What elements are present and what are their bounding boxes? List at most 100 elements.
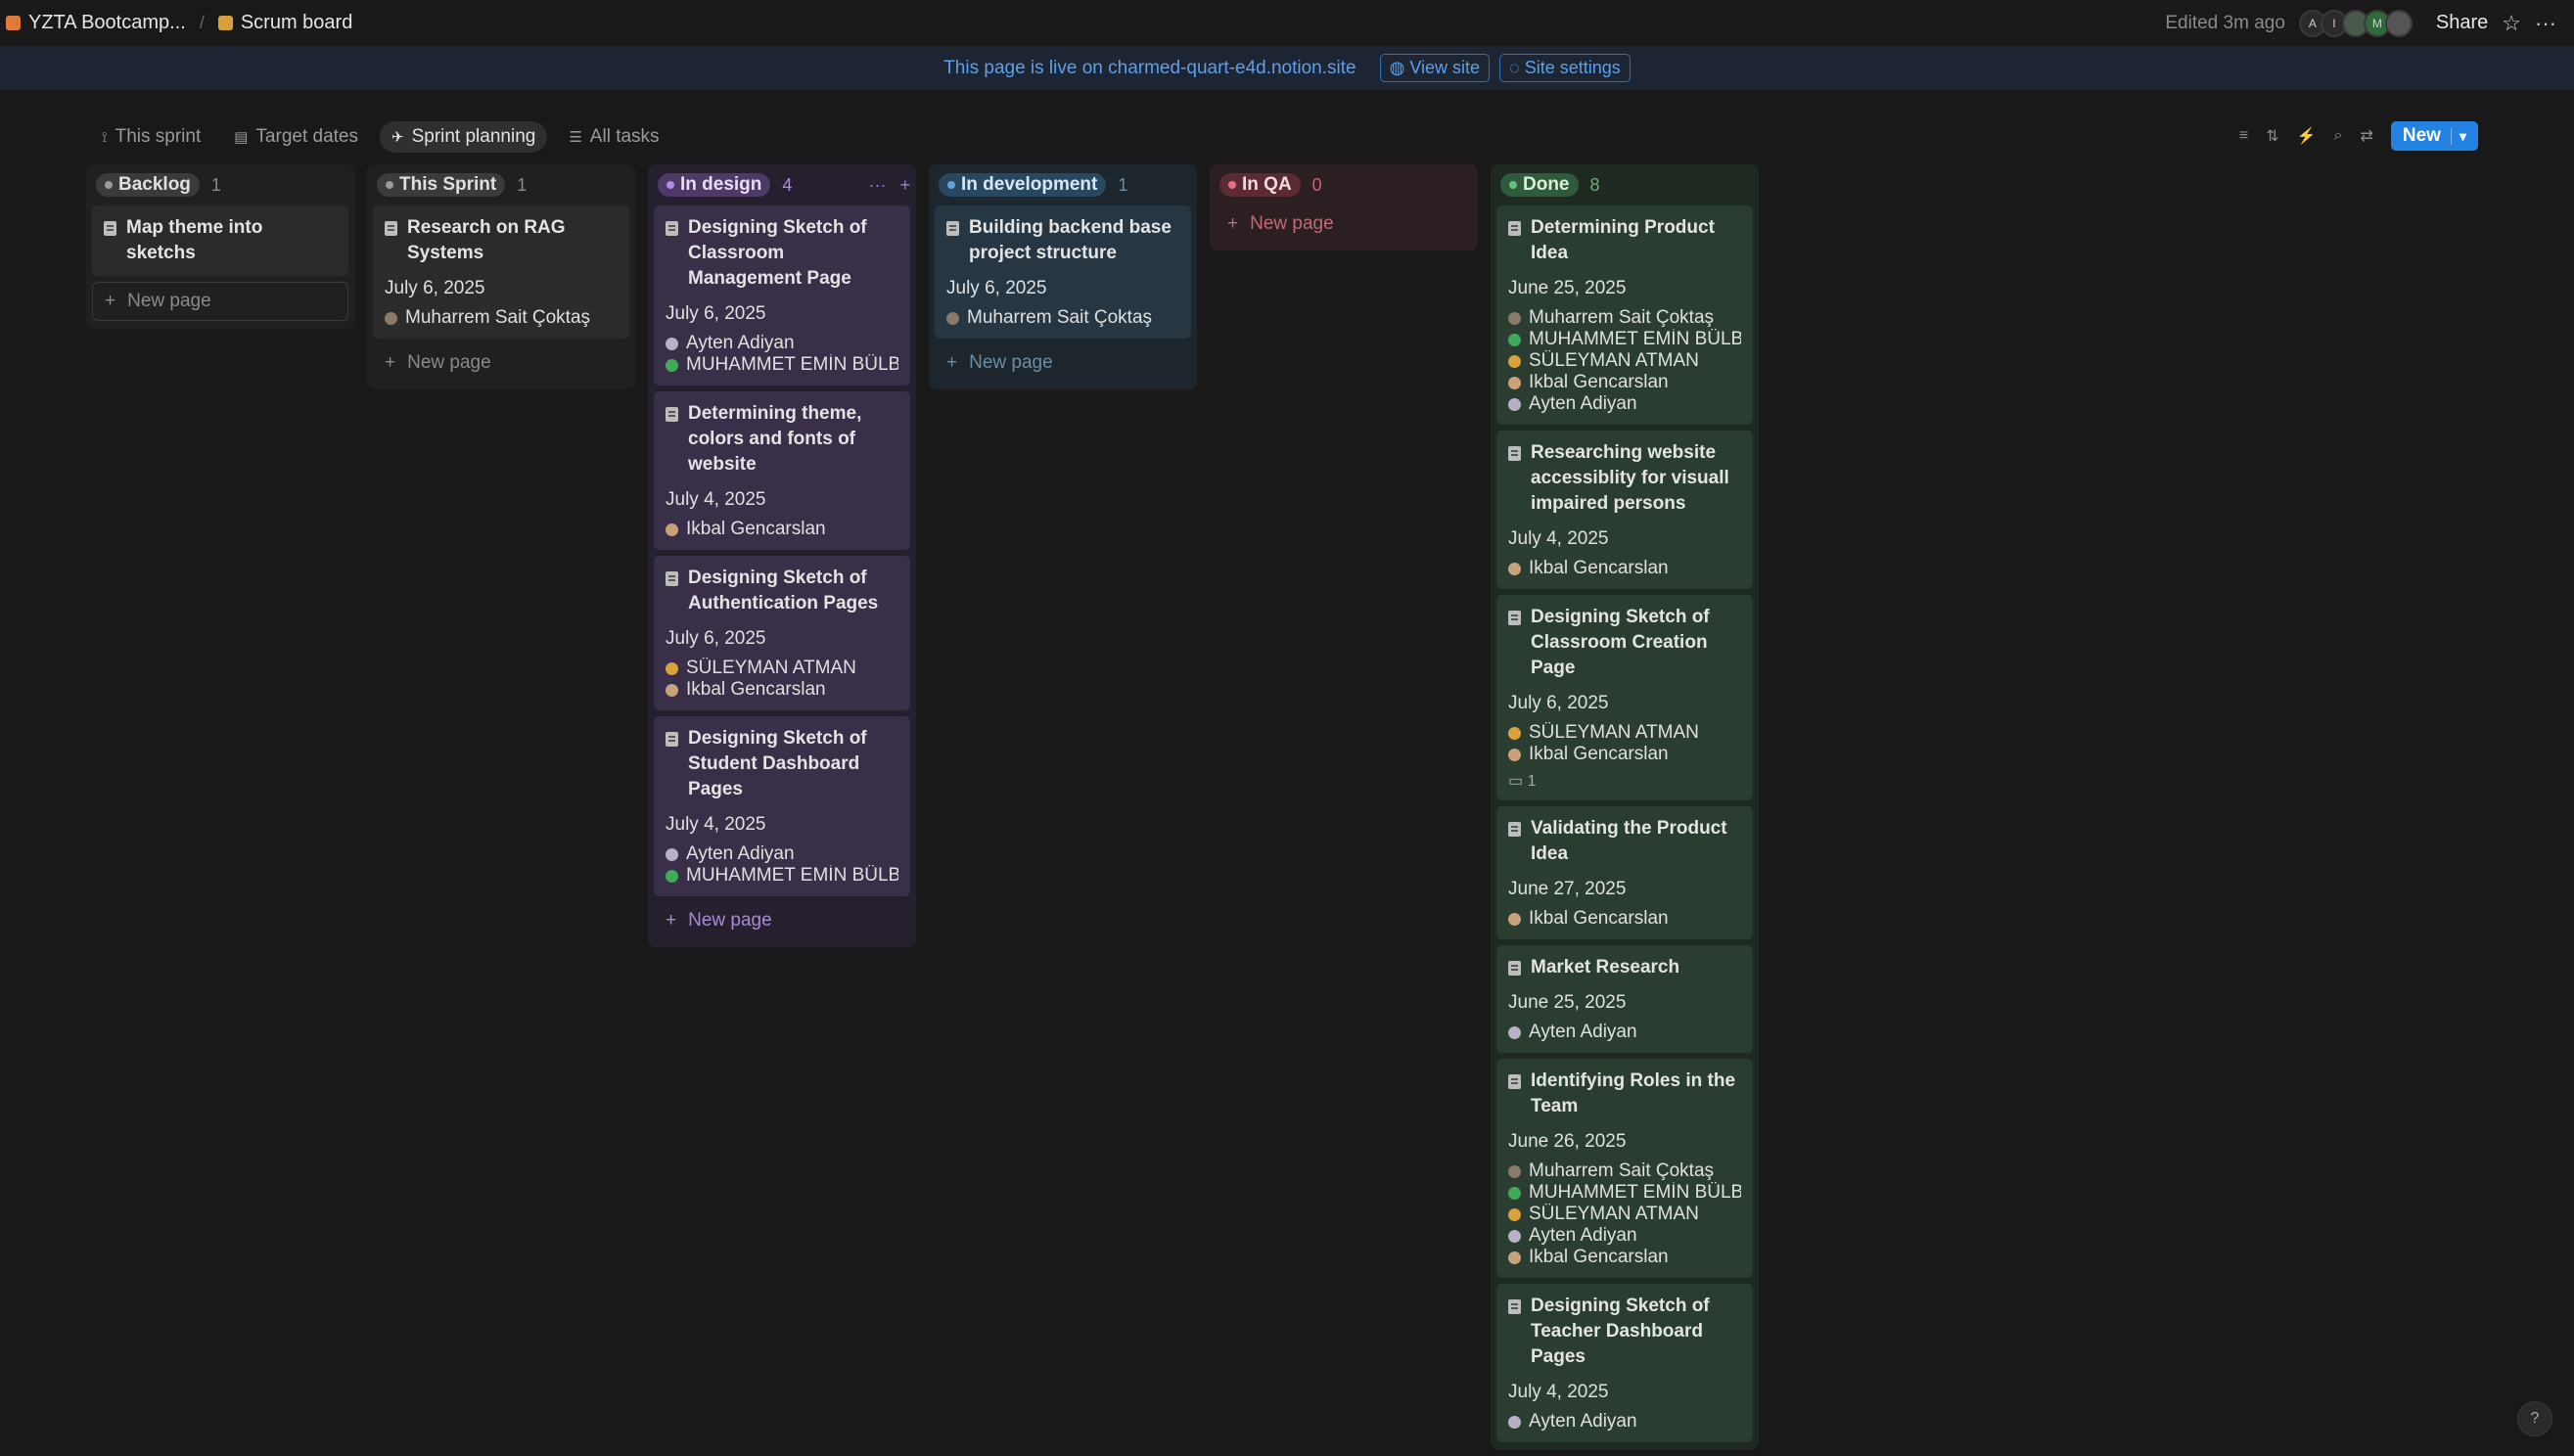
card-title-text: Researching website accessiblity for vis… — [1531, 442, 1729, 514]
column-count: 1 — [1118, 174, 1128, 195]
board-card[interactable]: Determining Product Idea June 25, 2025 M… — [1496, 205, 1753, 425]
help-button[interactable]: ? — [2517, 1401, 2552, 1436]
column-header: Backlog 1 — [92, 170, 348, 200]
new-button[interactable]: New ▾ — [2390, 121, 2478, 151]
board-card[interactable]: Designing Sketch of Student Dashboard Pa… — [654, 716, 910, 896]
assignee: Muharrem Sait Çoktaş — [385, 307, 618, 329]
view-settings-icon[interactable]: ⇄ — [2360, 126, 2372, 146]
card-title-text: Designing Sketch of Student Dashboard Pa… — [688, 728, 867, 799]
assignees: Muharrem Sait Çoktaş MUHAMMET EMİN BÜLBÜ… — [1508, 1160, 1741, 1268]
board-card[interactable]: Designing Sketch of Teacher Dashboard Pa… — [1496, 1284, 1753, 1442]
avatar[interactable] — [2384, 9, 2413, 37]
assignee: Ayten Adiyan — [1508, 393, 1741, 415]
card-title: Validating the Product Idea — [1508, 816, 1741, 867]
board-card[interactable]: Validating the Product Idea June 27, 202… — [1496, 806, 1753, 939]
star-icon[interactable]: ☆ — [2502, 11, 2521, 36]
board-card[interactable]: Market Research June 25, 2025 Ayten Adiy… — [1496, 945, 1753, 1053]
assignee: Ayten Adiyan — [666, 843, 898, 865]
card-title-text: Designing Sketch of Classroom Management… — [688, 217, 867, 289]
column-in-qa: In QA 0 + New page — [1210, 164, 1478, 250]
filter-icon[interactable]: ≡ — [2239, 127, 2248, 145]
status-badge[interactable]: In QA — [1219, 173, 1301, 197]
tab-target-dates[interactable]: ▤ Target dates — [222, 121, 370, 153]
card-date: July 6, 2025 — [385, 278, 485, 298]
card-date: July 4, 2025 — [666, 814, 766, 835]
new-page-button[interactable]: + New page — [373, 344, 629, 382]
assignee-name: Ikbal Gencarslan — [1529, 372, 1669, 392]
plus-icon: + — [385, 352, 396, 373]
board-card[interactable]: Designing Sketch of Classroom Creation P… — [1496, 595, 1753, 800]
more-options-icon[interactable]: ··· — [869, 175, 887, 196]
card-title: Designing Sketch of Student Dashboard Pa… — [666, 726, 898, 802]
board-card[interactable]: Identifying Roles in the Team June 26, 2… — [1496, 1059, 1753, 1278]
board-card[interactable]: Building backend base project structure … — [935, 205, 1191, 339]
site-settings-button[interactable]: ◌ Site settings — [1499, 54, 1631, 82]
card-date: July 4, 2025 — [1508, 1382, 1609, 1402]
breadcrumb-page[interactable]: Scrum board — [241, 12, 353, 34]
view-site-label: View site — [1409, 58, 1481, 77]
breadcrumb: YZTA Bootcamp... / Scrum board — [6, 12, 352, 34]
assignee-name: Ikbal Gencarslan — [686, 519, 826, 539]
site-live-banner: This page is live on charmed-quart-e4d.n… — [0, 46, 2574, 90]
status-badge[interactable]: Done — [1500, 173, 1579, 197]
avatar — [1508, 397, 1521, 411]
board-card[interactable]: Determining theme, colors and fonts of w… — [654, 391, 910, 550]
share-button[interactable]: Share — [2436, 12, 2488, 34]
board-card[interactable]: Map theme into sketchs — [92, 205, 348, 276]
assignee-name: Ayten Adiyan — [686, 333, 795, 353]
avatar — [1508, 562, 1521, 575]
page-icon — [1508, 446, 1521, 461]
new-page-button[interactable]: + New page — [935, 344, 1191, 382]
page-icon — [1508, 961, 1521, 976]
column-count: 1 — [210, 174, 221, 195]
assignee: SÜLEYMAN ATMAN — [666, 658, 898, 679]
avatar — [666, 683, 678, 697]
status-badge[interactable]: This Sprint — [377, 173, 506, 197]
status-badge[interactable]: In development — [939, 173, 1107, 197]
card-date: July 4, 2025 — [666, 489, 766, 510]
page-icon — [1508, 611, 1521, 625]
tab-sprint-planning[interactable]: ✈ Sprint planning — [380, 121, 548, 153]
new-page-label: New page — [1250, 213, 1334, 234]
status-badge[interactable]: In design — [658, 173, 771, 197]
assignee: Ikbal Gencarslan — [1508, 558, 1741, 579]
tab-label: All tasks — [589, 126, 660, 147]
tab-all-tasks[interactable]: ☰ All tasks — [557, 121, 670, 153]
avatar — [1508, 311, 1521, 325]
board-card[interactable]: Research on RAG Systems July 6, 2025 Muh… — [373, 205, 629, 339]
collaborator-avatars[interactable]: A I M — [2298, 9, 2413, 37]
board-card[interactable]: Designing Sketch of Classroom Management… — [654, 205, 910, 386]
plus-icon: + — [1227, 213, 1239, 234]
column-done: Done 8 Determining Product Idea June 25,… — [1491, 164, 1759, 1450]
sort-icon[interactable]: ⇅ — [2266, 126, 2278, 146]
search-icon[interactable]: ⌕ — [2334, 127, 2343, 145]
new-page-button[interactable]: + New page — [92, 282, 348, 321]
card-title-text: Identifying Roles in the Team — [1531, 1070, 1736, 1116]
assignee-name: Muharrem Sait Çoktaş — [967, 307, 1153, 328]
new-page-button[interactable]: + New page — [654, 902, 910, 939]
card-title-text: Determining theme, colors and fonts of w… — [688, 403, 862, 475]
status-badge[interactable]: Backlog — [96, 173, 200, 197]
more-options-icon[interactable]: ··· — [2535, 11, 2556, 36]
calendar-icon: ▤ — [234, 129, 249, 146]
assignees: Muharrem Sait Çoktaş — [385, 307, 618, 329]
column-count: 0 — [1311, 174, 1322, 195]
assignee-name: SÜLEYMAN ATMAN — [1529, 722, 1699, 743]
tab-this-sprint[interactable]: ⟟ This sprint — [90, 121, 212, 153]
avatar — [1508, 1251, 1521, 1264]
assignee-name: Muharrem Sait Çoktaş — [1529, 1160, 1715, 1181]
board-card[interactable]: Researching website accessiblity for vis… — [1496, 431, 1753, 589]
automation-icon[interactable]: ⚡ — [2297, 126, 2317, 146]
avatar — [946, 311, 959, 325]
plus-icon: + — [105, 291, 116, 311]
breadcrumb-workspace[interactable]: YZTA Bootcamp... — [28, 12, 186, 34]
chevron-down-icon[interactable]: ▾ — [2450, 127, 2466, 145]
globe-icon: ◍ — [1389, 58, 1405, 77]
avatar — [1508, 1415, 1521, 1429]
banner-text: This page is live on charmed-quart-e4d.n… — [943, 57, 1356, 78]
board-card[interactable]: Designing Sketch of Authentication Pages… — [654, 556, 910, 710]
view-site-button[interactable]: ◍ View site — [1379, 54, 1491, 82]
new-page-button[interactable]: + New page — [1216, 205, 1472, 243]
plus-icon[interactable]: + — [899, 175, 910, 196]
tab-label: Sprint planning — [411, 126, 536, 147]
